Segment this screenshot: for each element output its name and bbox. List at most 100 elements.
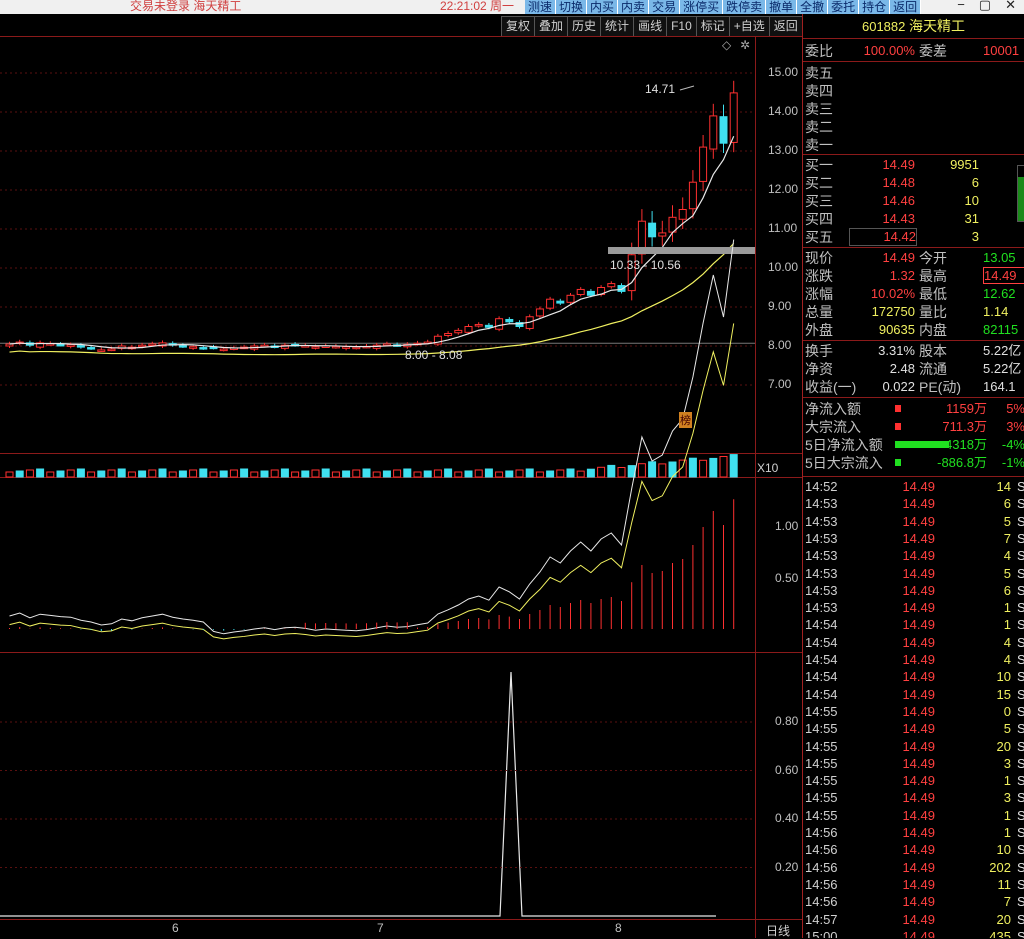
tick-row: 14:56 14.49 11 S [803,876,1024,894]
quick-button-11[interactable]: 返回 [890,0,922,14]
tick-time: 14:55 [805,773,838,789]
tick-side: S [1017,790,1024,806]
axis-divider [755,36,756,938]
volume-bar [219,470,228,478]
tick-price: 14.49 [902,928,935,938]
candlestick-chart[interactable] [0,36,755,938]
tick-volume: 5 [1003,513,1011,529]
flow-row: 5日大宗流入 -886.8万 -1% [803,454,1024,472]
diamond-icon[interactable]: ◇ [722,38,731,52]
candle-body [474,324,483,327]
close-icon[interactable]: ✕ [1005,0,1016,13]
restore-icon[interactable]: ▢ [979,0,991,13]
quick-button-5[interactable]: 涨停买 [680,0,724,14]
divider [803,247,1024,248]
quick-button-6[interactable]: 跌停卖 [723,0,767,14]
volume-bar [311,469,320,478]
tick-side: S [1017,721,1024,737]
fund-value: 2.48 [889,361,915,376]
period-label[interactable]: 日线 [766,922,790,939]
tick-time: 14:53 [805,548,838,564]
volume-bar [260,470,269,478]
volume-bar [423,470,432,478]
toolbar-button-2[interactable]: 历史 [567,16,601,37]
tick-price: 14.49 [902,513,935,529]
toolbar-button-7[interactable]: +自选 [728,16,769,37]
tick-volume: 202 [989,859,1011,875]
toolbar-button-8[interactable]: 返回 [768,16,803,37]
volume-bar [250,471,259,478]
volume-bar [138,470,147,478]
volume-bar [556,469,565,478]
quick-button-10[interactable]: 持仓 [859,0,891,14]
quote-label: 涨跌 [805,268,833,284]
order-ratio-value: 100.00% [863,43,915,58]
quote-value: 90635 [878,322,915,337]
ask-label: 卖四 [805,83,833,99]
volume-bar [495,471,504,478]
fund-label: 流通 [919,361,947,377]
quick-button-8[interactable]: 全撤 [797,0,829,14]
tick-volume: 1 [1003,617,1011,633]
tick-volume: 1 [1003,773,1011,789]
candle-body [688,181,697,210]
quick-button-2[interactable]: 内买 [587,0,619,14]
tick-price: 14.49 [902,652,935,667]
rank-badge[interactable]: 榜 [679,412,692,428]
quick-button-4[interactable]: 交易 [649,0,681,14]
toolbar-button-1[interactable]: 叠加 [534,16,568,37]
tick-row: 14:53 14.49 6 S [803,495,1024,513]
quick-button-0[interactable]: 测速 [525,0,557,14]
price-tick-label: 11.00 [768,221,798,235]
volume-bar [25,469,34,478]
volume-bar [56,470,65,478]
quick-button-3[interactable]: 内卖 [618,0,650,14]
volume-bar [372,471,381,478]
candle-body [219,348,228,352]
candle-body [107,348,116,352]
tick-side: S [1017,530,1024,546]
quick-button-1[interactable]: 切换 [556,0,588,14]
toolbar-button-6[interactable]: 标记 [695,16,729,37]
price-tick-label: 12.00 [768,182,799,196]
quick-button-7[interactable]: 撤单 [766,0,798,14]
tick-time: 14:55 [805,807,838,823]
volume-bar [5,471,14,478]
toolbar-button-0[interactable]: 复权 [501,16,535,37]
candle-body [535,308,544,317]
candle-body [464,326,473,333]
fund-value: 3.31% [878,343,915,358]
gear-icon[interactable]: ✲ [740,38,750,52]
toolbar-button-5[interactable]: F10 [666,16,696,37]
tick-volume: 6 [1003,582,1011,598]
annotation-pointer [679,85,695,91]
tick-volume: 1 [1003,600,1011,616]
quick-button-9[interactable]: 委托 [828,0,860,14]
minimize-icon[interactable]: − [957,0,965,13]
range-annotation-upper: 10.33 - 10.56 [610,258,681,272]
candle-body [729,92,738,143]
divider [803,397,1024,398]
order-diff-label: 委差 [919,43,947,59]
volume-bar [199,468,208,478]
toolbar-button-4[interactable]: 画线 [633,16,667,37]
tick-volume: 1 [1003,825,1011,840]
tick-volume: 4 [1003,548,1011,564]
tick-side: S [1017,807,1024,823]
candle-body [97,349,106,352]
tick-time: 14:53 [805,530,838,546]
indicator-tick-label: 1.00 [775,519,799,533]
tick-row: 14:55 14.49 3 S [803,789,1024,807]
tick-row: 14:55 14.49 3 S [803,755,1024,773]
candle-body [719,116,728,144]
toolbar-button-3[interactable]: 统计 [600,16,634,37]
tick-row: 14:57 14.49 20 S [803,911,1024,929]
tick-volume: 10 [996,842,1011,858]
tick-row: 14:56 14.49 10 S [803,841,1024,859]
bottom-tick-label: 0.20 [775,859,799,874]
tick-time: 14:54 [805,617,838,633]
clock-text: 22:21:02 周一 [440,0,515,13]
tick-price: 14.49 [902,773,935,789]
tick-price: 14.49 [902,721,935,737]
fund-row: 换手 3.31% 股本 5.22亿 [803,342,1024,360]
